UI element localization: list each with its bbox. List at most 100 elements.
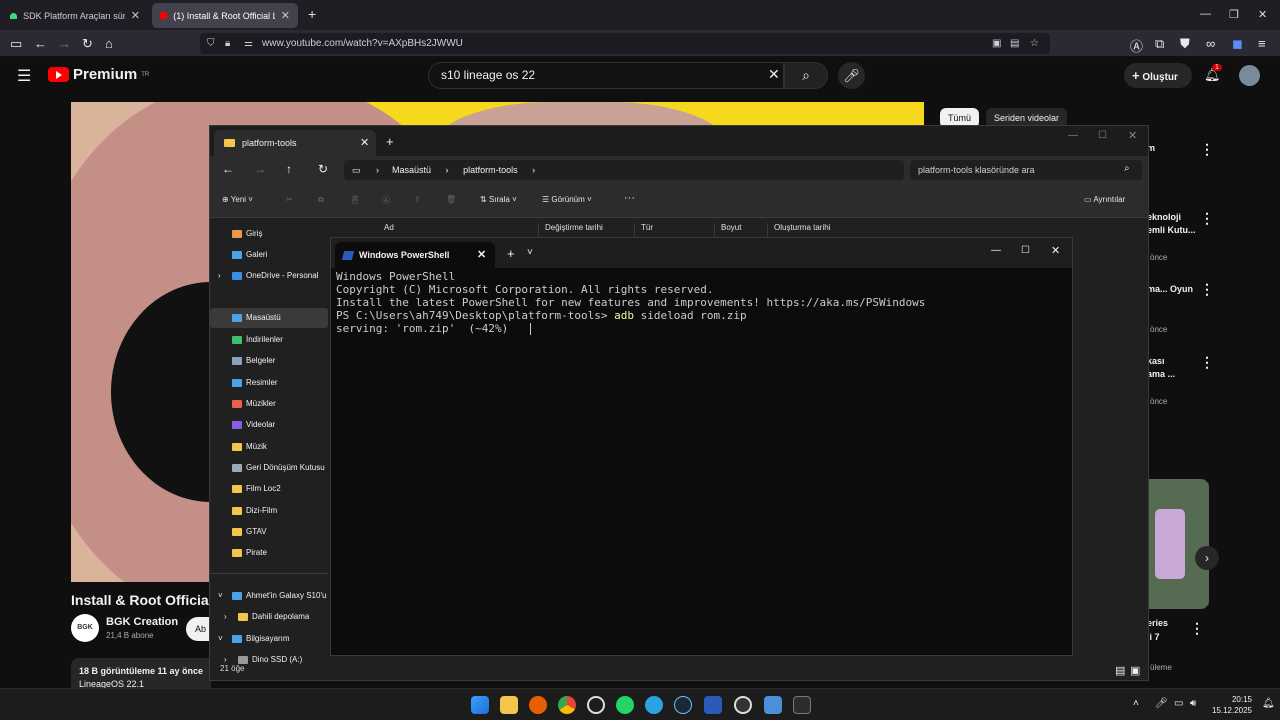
share-icon[interactable]: ⇪	[414, 195, 421, 204]
close-window-icon[interactable]: ✕	[1051, 244, 1060, 257]
url-bar[interactable]: ⛉ 🔒︎ ⚌ www.youtube.com/watch?v=AXpBHs2JW…	[200, 33, 1050, 54]
chrome-icon[interactable]	[558, 696, 576, 714]
telegram-icon[interactable]	[645, 696, 663, 714]
column-type[interactable]: Tür	[634, 223, 653, 237]
breadcrumb-item[interactable]: Masaüstü	[392, 165, 431, 175]
nav-item[interactable]: Giriş	[210, 224, 328, 244]
nav-item[interactable]: ˅ Bilgisayarım	[210, 629, 328, 649]
related-title[interactable]: emli Kutu...	[1147, 225, 1196, 235]
close-window-icon[interactable]: ✕	[1128, 129, 1137, 142]
search-input[interactable]: s10 lineage os 22	[428, 62, 784, 89]
nav-item[interactable]: › OneDrive - Personal	[210, 266, 328, 286]
nav-item[interactable]: Masaüstü	[210, 308, 328, 328]
ublock-icon[interactable]: ⛊	[1180, 36, 1190, 52]
notification-center-icon[interactable]: 🔔︎	[1262, 698, 1275, 709]
more-actions-icon[interactable]: ⋮	[1200, 354, 1214, 371]
related-title[interactable]: kası	[1147, 356, 1165, 366]
expand-chevron-icon[interactable]: ˅	[218, 586, 223, 606]
related-thumbnail[interactable]	[1147, 479, 1209, 609]
minimize-icon[interactable]: —	[1200, 8, 1211, 20]
nav-item[interactable]: Pirate	[210, 543, 328, 563]
steam-icon[interactable]	[674, 696, 692, 714]
breadcrumb[interactable]: ▭ › Masaüstü › platform-tools ›	[344, 160, 904, 180]
breadcrumb-item[interactable]: platform-tools	[463, 165, 518, 175]
terminal-output[interactable]: Windows PowerShell Copyright (C) Microsof…	[336, 270, 925, 335]
browser-tab-sdk[interactable]: SDK Platform Araçları sürüm no ✕	[2, 3, 148, 28]
new-tab-button[interactable]: +	[308, 6, 316, 22]
nav-item[interactable]: GTAV	[210, 522, 328, 542]
nav-item[interactable]: › Dahili depolama	[210, 607, 328, 627]
chatgpt-icon[interactable]	[587, 696, 605, 714]
column-size[interactable]: Boyut	[714, 223, 741, 237]
close-window-icon[interactable]: ✕	[1258, 8, 1267, 21]
close-tab-icon[interactable]: ✕	[131, 9, 140, 22]
paste-icon[interactable]: 📋︎	[350, 195, 360, 204]
more-options-icon[interactable]: ···	[624, 192, 635, 204]
expand-chevron-icon[interactable]: ›	[224, 607, 227, 627]
maximize-icon[interactable]: ☐	[1098, 130, 1107, 141]
powershell-window[interactable]: Windows PowerShell ✕ + ˅ — ☐ ✕ Windows P…	[330, 237, 1073, 656]
related-title[interactable]: ma... Oyun	[1147, 284, 1193, 294]
remote-desktop-icon[interactable]	[764, 696, 782, 714]
nav-item[interactable]: Geri Dönüşüm Kutusu	[210, 458, 328, 478]
chevron-down-icon[interactable]: ˅	[527, 247, 533, 258]
file-explorer-icon[interactable]	[500, 696, 518, 714]
delete-icon[interactable]: 🗑︎	[446, 195, 456, 204]
next-arrow-button[interactable]: ›	[1195, 546, 1219, 570]
account-icon[interactable]: Ⓐ	[1130, 36, 1143, 55]
chevron-up-icon[interactable]: ˄	[1133, 698, 1139, 709]
shield-icon[interactable]: ⛉	[207, 33, 215, 54]
voice-search-button[interactable]: 🎤︎	[838, 62, 865, 89]
forward-icon[interactable]: →	[58, 36, 71, 51]
nav-item[interactable]: Film Loc2	[210, 479, 328, 499]
refresh-icon[interactable]: ↻	[318, 162, 328, 176]
explorer-search-input[interactable]: platform-tools klasöründe ara	[910, 160, 1142, 180]
forward-icon[interactable]: →	[254, 162, 266, 176]
related-title[interactable]: eknoloji	[1147, 212, 1181, 222]
nav-item[interactable]: Videolar	[210, 415, 328, 435]
nav-item[interactable]: İndirilenler	[210, 330, 328, 350]
nav-item[interactable]: ˅ Ahmet'in Galaxy S10'u	[210, 586, 328, 606]
more-actions-icon[interactable]: ⋮	[1200, 210, 1214, 227]
more-actions-icon[interactable]: ⋮	[1200, 281, 1214, 298]
channel-avatar[interactable]: BGK	[71, 614, 99, 642]
system-clock[interactable]: 20:15 15.12.2025	[1206, 694, 1252, 716]
clear-search-icon[interactable]: ✕	[768, 66, 780, 83]
maximize-icon[interactable]: ❐	[1229, 8, 1239, 21]
hamburger-menu-icon[interactable]: ☰	[17, 66, 31, 86]
translate-icon[interactable]: ◼	[1232, 36, 1243, 52]
close-tab-icon[interactable]: ✕	[477, 248, 486, 261]
nav-item[interactable]: Resimler	[210, 373, 328, 393]
terminal-tab[interactable]: Windows PowerShell ✕	[335, 242, 495, 268]
related-title[interactable]: eries	[1147, 618, 1168, 628]
subscribe-button[interactable]: Ab	[186, 617, 210, 641]
network-icon[interactable]: ▭	[1174, 698, 1183, 709]
description-box[interactable]: 18 B görüntüleme 11 ay önce LineageOS 22…	[71, 658, 211, 690]
up-icon[interactable]: ↑	[286, 162, 292, 176]
close-tab-icon[interactable]: ✕	[281, 9, 290, 22]
whatsapp-icon[interactable]	[616, 696, 634, 714]
youtube-logo[interactable]: Premium TR	[48, 66, 149, 83]
view-button[interactable]: ☰ Görünüm ˅	[542, 195, 592, 204]
bookmark-star-icon[interactable]: ☆	[1030, 33, 1039, 54]
browser-tab-youtube[interactable]: (1) Install & Root Official Lineag ✕	[152, 3, 298, 28]
nav-item[interactable]: Müzikler	[210, 394, 328, 414]
details-pane-button[interactable]: ▭ Ayrıntılar	[1084, 195, 1125, 204]
firefox-icon[interactable]	[529, 696, 547, 714]
back-icon[interactable]: ←	[222, 162, 234, 176]
column-name[interactable]: Ad	[378, 223, 394, 237]
reader-view-icon[interactable]: ▤	[1010, 33, 1019, 54]
maximize-icon[interactable]: ☐	[1021, 245, 1030, 256]
extensions-icon[interactable]: ⧉	[1155, 36, 1164, 52]
search-button[interactable]: ⌕	[784, 62, 828, 89]
avatar[interactable]	[1239, 65, 1260, 86]
more-actions-icon[interactable]: ⋮	[1190, 620, 1204, 637]
close-tab-icon[interactable]: ✕	[360, 136, 369, 149]
new-tab-icon[interactable]: +	[507, 246, 515, 261]
explorer-tab[interactable]: platform-tools ✕	[214, 130, 376, 156]
list-view-icon[interactable]: ▤	[1115, 664, 1125, 677]
lock-icon[interactable]: 🔒︎	[225, 33, 230, 54]
volume-icon[interactable]: 🔊︎	[1190, 698, 1196, 709]
powershell-taskbar-icon[interactable]	[704, 696, 722, 714]
cut-icon[interactable]: ✂	[286, 195, 293, 204]
